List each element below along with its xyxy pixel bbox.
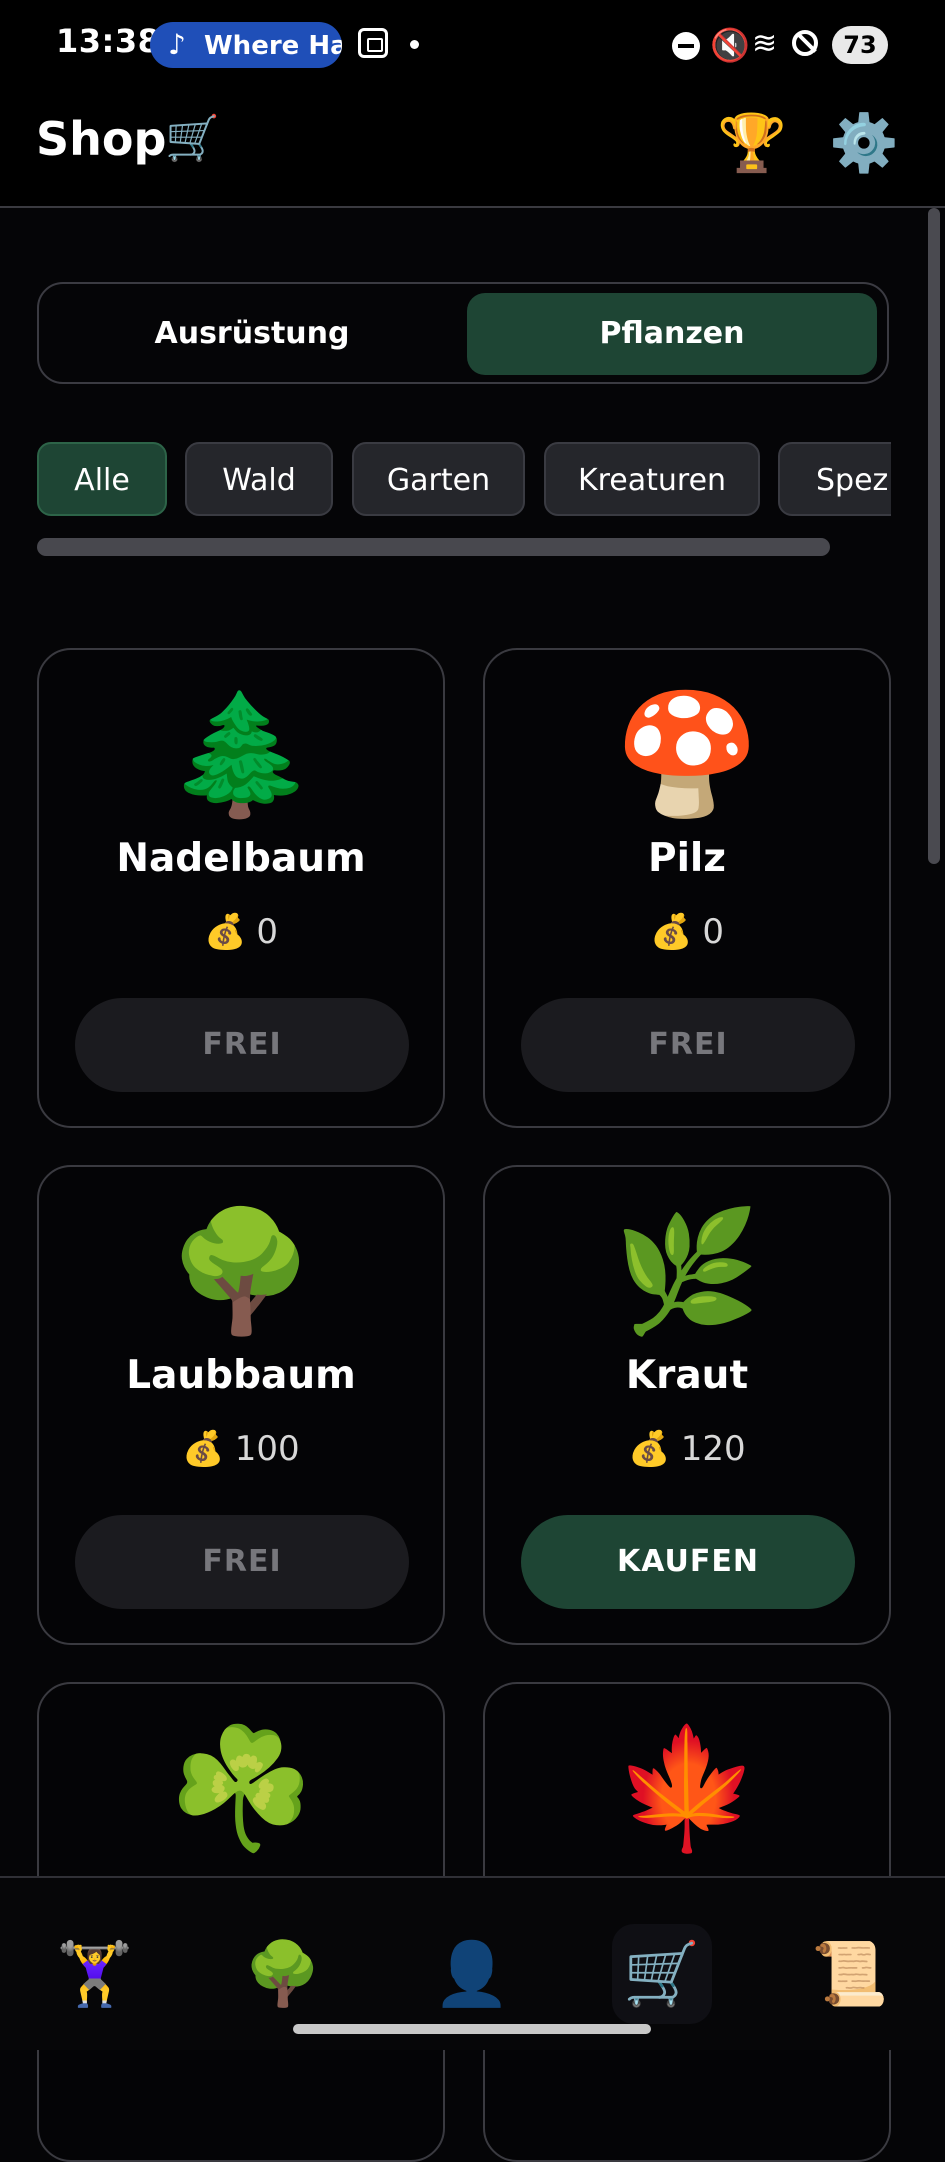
do-not-disturb-icon [672, 32, 700, 60]
wifi-icon: ≋ [752, 26, 778, 61]
battery-indicator: 73 [832, 26, 888, 64]
music-note-icon: ♪ [168, 28, 186, 61]
shop-item-card: 🌿 Kraut 💰 120 KAUFEN [483, 1165, 891, 1645]
item-price-value: 100 [234, 1429, 300, 1469]
item-name: Kraut [625, 1353, 749, 1398]
blocked-icon [792, 30, 818, 56]
filter-chip-alle[interactable]: Alle [37, 442, 167, 516]
item-price: 💰 0 [485, 912, 889, 952]
buy-button[interactable]: KAUFEN [521, 1515, 855, 1609]
media-pill-text: Where Ha [204, 31, 342, 61]
vertical-scrollbar[interactable] [928, 208, 940, 864]
item-name: Nadelbaum [116, 836, 366, 881]
free-button[interactable]: FREI [75, 998, 409, 1092]
filter-chip-spezial[interactable]: Spezi [778, 442, 891, 516]
app-header: Shop 🛒 🏆 ⚙️ [0, 92, 945, 208]
mute-icon: 🔇 [710, 26, 750, 64]
mushroom-icon: 🍄 [613, 685, 761, 823]
scroll-nav-icon[interactable]: 📜 [800, 1924, 900, 2024]
tab-pflanzen[interactable]: Pflanzen [467, 293, 877, 375]
pine-tree-icon: 🌲 [167, 685, 315, 823]
item-price: 💰 0 [39, 912, 443, 952]
gear-icon[interactable]: ⚙️ [828, 108, 900, 180]
tab-ausruestung[interactable]: Ausrüstung [47, 293, 457, 375]
media-pill[interactable]: ♪ Where Ha [150, 22, 342, 68]
item-name: Pilz [647, 836, 727, 881]
item-price: 💰 120 [485, 1429, 889, 1469]
free-button[interactable]: FREI [75, 1515, 409, 1609]
item-price-value: 120 [680, 1429, 746, 1469]
maple-leaf-icon: 🍁 [613, 1719, 761, 1857]
shop-item-card: 🌳 Laubbaum 💰 100 FREI [37, 1165, 445, 1645]
item-price: 💰 100 [39, 1429, 443, 1469]
money-bag-icon: 💰 [650, 912, 693, 952]
money-bag-icon: 💰 [628, 1429, 671, 1469]
horizontal-scrollbar[interactable] [37, 538, 830, 556]
page-title: Shop [36, 112, 167, 166]
shop-item-card: 🌲 Nadelbaum 💰 0 FREI [37, 648, 445, 1128]
deciduous-tree-icon: 🌳 [167, 1202, 315, 1340]
home-indicator[interactable] [293, 2024, 651, 2034]
filter-chip-kreaturen[interactable]: Kreaturen [544, 442, 760, 516]
category-tabs: Ausrüstung Pflanzen [37, 282, 889, 384]
shamrock-icon: ☘️ [167, 1719, 315, 1857]
profile-nav-icon[interactable]: 👤 [422, 1924, 522, 2024]
cart-icon: 🛒 [165, 113, 220, 164]
notification-dot-icon [410, 40, 419, 49]
filter-chips: Alle Wald Garten Kreaturen Spezi [37, 440, 891, 520]
herb-icon: 🌿 [613, 1202, 761, 1340]
status-bar: 13:38 ♪ Where Ha 🔇 ≋ 73 [0, 0, 945, 92]
tree-nav-icon[interactable]: 🌳 [233, 1924, 333, 2024]
item-name: Laubbaum [126, 1353, 356, 1398]
free-button[interactable]: FREI [521, 998, 855, 1092]
shop-item-card: 🍄 Pilz 💰 0 FREI [483, 648, 891, 1128]
status-time: 13:38 [56, 22, 161, 60]
money-bag-icon: 💰 [204, 912, 247, 952]
shop-nav-icon[interactable]: 🛒 [612, 1924, 712, 2024]
item-price-value: 0 [702, 912, 724, 952]
trophy-icon[interactable]: 🏆 [716, 108, 788, 180]
item-price-value: 0 [256, 912, 278, 952]
filter-chip-wald[interactable]: Wald [185, 442, 333, 516]
screenshot-icon [358, 28, 388, 58]
filter-chip-garten[interactable]: Garten [352, 442, 525, 516]
workout-nav-icon[interactable]: 🏋️‍♀️ [45, 1924, 145, 2024]
money-bag-icon: 💰 [182, 1429, 225, 1469]
